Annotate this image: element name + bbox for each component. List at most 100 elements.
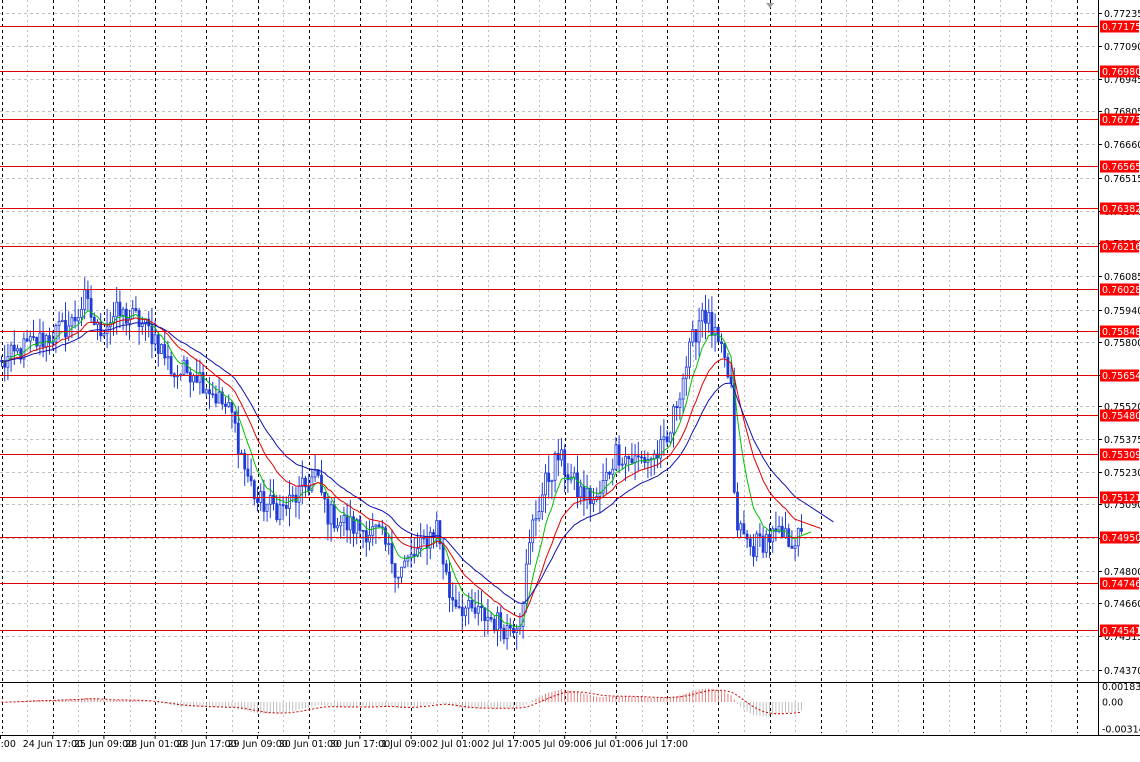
candle-body xyxy=(508,625,512,629)
candle-body xyxy=(761,535,765,553)
candle-body xyxy=(553,453,557,481)
candle-body xyxy=(64,319,67,338)
candle-body xyxy=(636,455,640,458)
candle-body xyxy=(739,523,743,531)
candle-body xyxy=(76,317,80,322)
candle-body xyxy=(57,321,61,327)
candle-body xyxy=(92,316,96,325)
candle-body xyxy=(9,344,13,358)
y-tick-label: 0.76515 xyxy=(1104,174,1140,185)
level-tag-label: 0.76216 xyxy=(1102,242,1140,253)
y-tick-label: 0.75230 xyxy=(1104,468,1140,479)
candle-body xyxy=(364,530,368,543)
x-tick-label: 01:00 xyxy=(0,739,16,750)
candle-body xyxy=(374,524,378,528)
y-tick-label: 0.75940 xyxy=(1104,306,1140,317)
candle-body xyxy=(348,516,352,531)
candle-body xyxy=(390,543,394,564)
candle-body xyxy=(329,504,333,525)
candle-body xyxy=(793,545,797,549)
candle-body xyxy=(723,343,727,358)
candle-body xyxy=(83,289,87,310)
candle-body xyxy=(355,519,359,534)
candle-body xyxy=(464,607,467,617)
candle-body xyxy=(262,491,266,512)
candle-body xyxy=(483,607,487,621)
candle-body xyxy=(70,317,74,327)
candle-body xyxy=(448,571,451,598)
candle-body xyxy=(150,325,154,345)
chart-background xyxy=(0,0,1140,758)
candle-body xyxy=(25,338,29,342)
osc-tick-label: 0.001838 xyxy=(1102,682,1140,693)
candle-body xyxy=(547,472,551,483)
x-tick-label: 2 Jul 17:00 xyxy=(484,739,535,750)
candle-body xyxy=(460,606,464,617)
osc-tick-label: 0.00 xyxy=(1102,698,1123,709)
y-tick-label: 0.77235 xyxy=(1104,9,1140,20)
chart: 0.77235 0.77090 0.76945 0.76805 0.76660 0.765… xyxy=(0,0,1140,758)
candle-body xyxy=(742,523,746,535)
level-tag-label: 0.75121 xyxy=(1102,493,1140,504)
candle-body xyxy=(204,389,208,394)
candle-body xyxy=(502,627,506,640)
candle-body xyxy=(160,344,163,354)
candle-body xyxy=(38,332,42,347)
x-tick-label: 2 Jul 01:00 xyxy=(432,739,483,750)
level-tag-label: 0.75848 xyxy=(1102,327,1140,338)
candle-body xyxy=(358,519,362,531)
x-tick-label: 5 Jul 09:00 xyxy=(535,739,586,750)
candle-body xyxy=(688,341,691,368)
candle-body xyxy=(227,402,231,407)
x-tick-label: 6 Jul 01:00 xyxy=(586,739,637,750)
level-tag-label: 0.77175 xyxy=(1102,22,1140,33)
candle-body xyxy=(195,375,199,383)
y-tick-label: 0.74800 xyxy=(1104,567,1140,578)
candle-body xyxy=(281,504,285,507)
candle-body xyxy=(265,503,269,512)
candle-body xyxy=(444,563,448,573)
candle-body xyxy=(169,356,173,375)
candle-body xyxy=(233,411,237,424)
candle-body xyxy=(800,528,803,532)
y-tick-label: 0.76660 xyxy=(1104,140,1140,151)
candle-body xyxy=(182,359,186,375)
candle-body xyxy=(297,485,301,503)
candle-body xyxy=(275,503,279,520)
candle-body xyxy=(454,599,458,607)
candle-body xyxy=(579,486,583,498)
candle-body xyxy=(678,398,682,409)
candle-body xyxy=(467,599,471,609)
candle-body xyxy=(236,422,240,454)
candle-body xyxy=(729,376,733,384)
candle-body xyxy=(409,553,413,558)
candle-body xyxy=(681,378,685,400)
candle-body xyxy=(118,301,122,317)
candle-body xyxy=(790,545,794,549)
candle-body xyxy=(457,605,461,608)
level-tag-label: 0.76382 xyxy=(1102,204,1140,215)
level-tag-label: 0.76980 xyxy=(1102,67,1140,78)
candle-body xyxy=(403,560,407,568)
candle-body xyxy=(12,344,16,352)
candle-body xyxy=(336,525,339,529)
candle-body xyxy=(576,472,579,498)
candle-body xyxy=(396,576,400,579)
x-tick-label: 6 Jul 17:00 xyxy=(637,739,688,750)
candle-body xyxy=(544,472,547,496)
y-tick-label: 0.74370 xyxy=(1104,666,1140,677)
candle-body xyxy=(86,289,90,299)
candle-body xyxy=(156,334,160,354)
candle-body xyxy=(768,534,771,543)
candle-body xyxy=(627,456,631,460)
osc-tick-label: -0.00314 xyxy=(1102,725,1140,736)
candle-body xyxy=(604,471,608,481)
candle-body xyxy=(89,298,93,318)
candle-body xyxy=(492,618,496,631)
candle-body xyxy=(163,344,167,359)
candle-body xyxy=(102,333,106,337)
y-tick-label: 0.75375 xyxy=(1104,435,1140,446)
candle-body xyxy=(249,475,253,482)
candle-body xyxy=(531,519,535,544)
candle-body xyxy=(28,336,32,342)
